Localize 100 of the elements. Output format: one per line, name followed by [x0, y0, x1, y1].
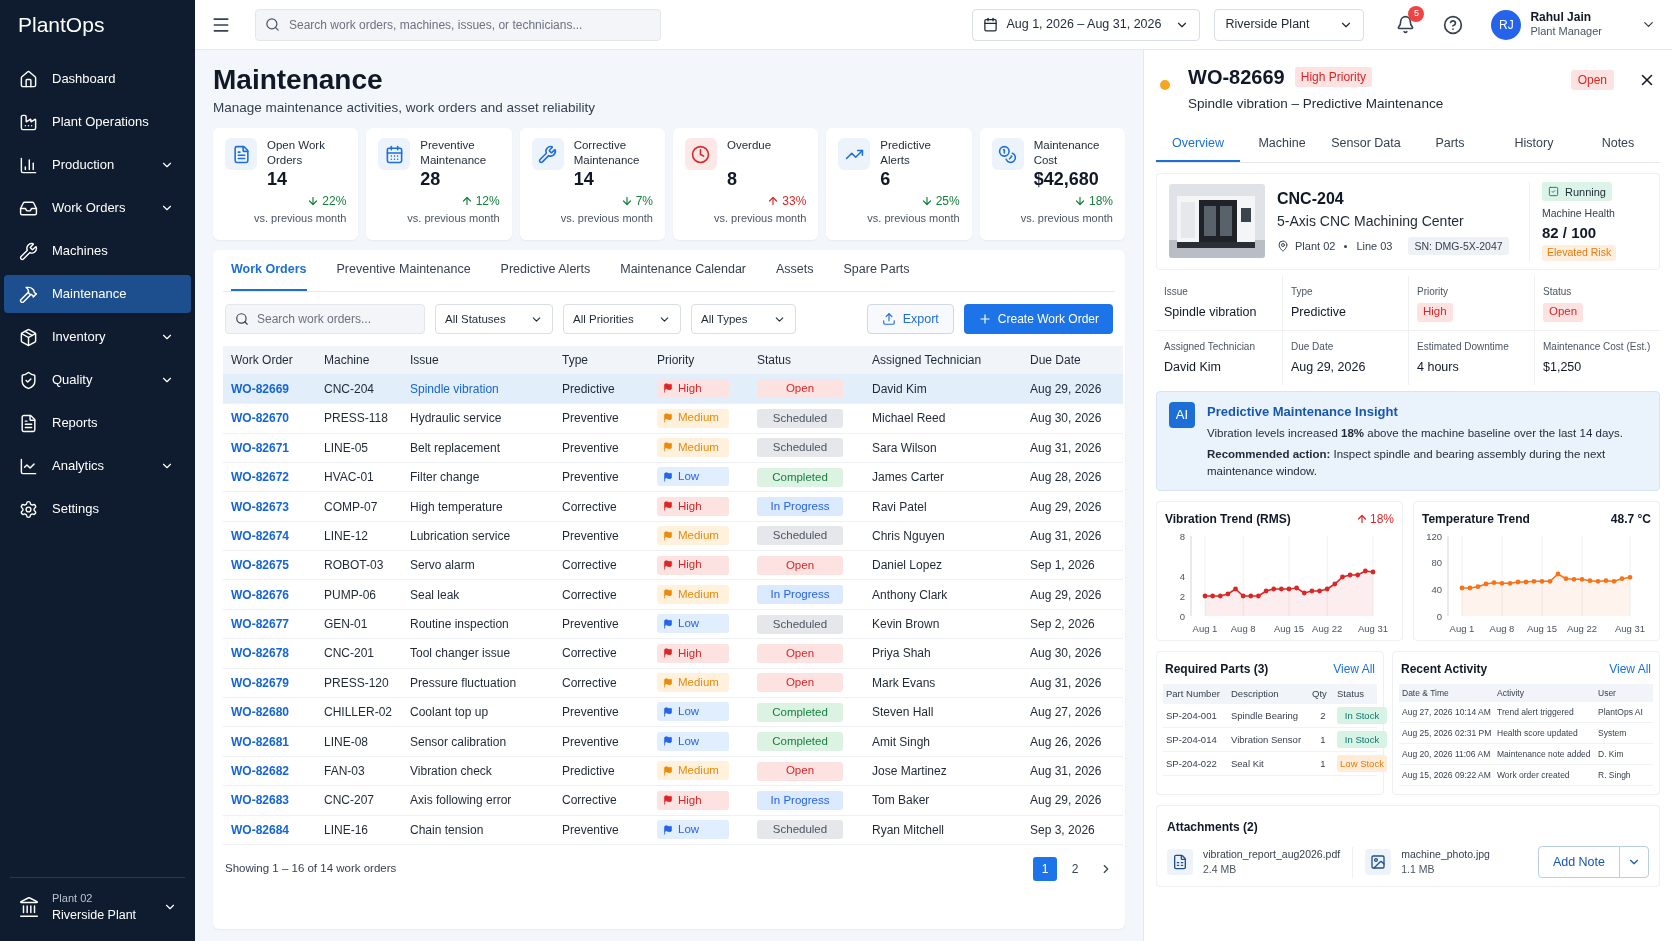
tab[interactable]: Overview — [1156, 126, 1240, 163]
plant-dropdown[interactable]: Riverside Plant — [1214, 8, 1365, 41]
table-row[interactable]: WO-82675 ROBOT-03 Servo alarm Corrective High Open Daniel Lopez Sep 1, 2026 — [223, 550, 1123, 580]
data-point — [1317, 588, 1322, 594]
table-row[interactable]: WO-82678 CNC-201 Tool changer issue Corrective High Open Priya Shah Aug 30, 2026 — [223, 638, 1123, 669]
tab[interactable]: Preventive Maintenance — [336, 250, 471, 292]
tab[interactable]: Parts — [1408, 126, 1492, 163]
work-order-link[interactable]: WO-82669 — [231, 381, 290, 396]
data-point — [1483, 581, 1489, 587]
field-label: Maintenance Cost (Est.) — [1543, 339, 1652, 354]
sidebar-item[interactable]: Quality — [4, 361, 191, 399]
sidebar-item[interactable]: Settings — [4, 490, 191, 528]
data-point — [1547, 579, 1553, 584]
table-cell: LINE-12 — [324, 528, 369, 543]
flag-icon — [663, 736, 673, 747]
work-order-link[interactable]: WO-82670 — [231, 411, 290, 426]
status-badge: Completed — [757, 732, 843, 752]
date-range-picker[interactable]: Aug 1, 2026 – Aug 31, 2026 — [972, 8, 1201, 41]
table-row[interactable]: WO-82669 CNC-204 Spindle vibration Predictive High Open David Kim Aug 29, 2026 — [223, 374, 1123, 404]
create-work-order-button[interactable]: Create Work Order — [963, 304, 1113, 335]
work-order-link[interactable]: WO-82681 — [231, 734, 290, 749]
table-cell: LINE-16 — [324, 822, 369, 837]
table-cell: Aug 26, 2026 — [1030, 734, 1102, 749]
kpi-label: Maintenance Cost — [1033, 138, 1101, 169]
file-name[interactable]: vibration_report_aug2026.pdf — [1203, 846, 1341, 863]
work-order-link[interactable]: WO-82683 — [231, 793, 290, 808]
notification-bell-icon[interactable] — [1396, 15, 1416, 34]
sidebar-item[interactable]: Analytics — [4, 447, 191, 485]
table-cell: Corrective — [562, 793, 617, 808]
tab[interactable]: Assets — [776, 250, 814, 292]
table-cell-text: 1 — [1319, 732, 1327, 747]
table-row[interactable]: WO-82681 LINE-08 Sensor calibration Preventive Low Completed Amit Singh Aug 26, 2026 — [223, 726, 1123, 757]
kpi-change: 25% — [935, 193, 960, 211]
page-button[interactable]: 1 — [1033, 857, 1057, 881]
tab[interactable]: Maintenance Calendar — [620, 250, 746, 292]
sidebar-item[interactable]: Dashboard — [4, 60, 191, 98]
search-field[interactable]: Search work orders... — [225, 304, 425, 335]
sidebar-item[interactable]: Reports — [4, 404, 191, 442]
sidebar-item[interactable]: Plant Operations — [4, 103, 191, 141]
work-order-link[interactable]: WO-82672 — [231, 470, 290, 485]
work-order-link[interactable]: WO-82678 — [231, 646, 290, 661]
work-order-link[interactable]: WO-82682 — [231, 764, 290, 778]
tab[interactable]: Spare Parts — [843, 250, 910, 292]
filter-dropdown[interactable]: All Priorities — [563, 304, 681, 335]
table-cell: Aug 29, 2026 — [1030, 587, 1102, 602]
sidebar-item[interactable]: Inventory — [4, 318, 191, 356]
table-row[interactable]: WO-82673 COMP-07 High temperature Corrective High In Progress Ravi Patel Aug 29, 2026 — [223, 491, 1123, 522]
card-title: Recent Activity — [1401, 661, 1488, 679]
table-cell-text: SP-204-001 — [1166, 708, 1218, 723]
work-order-link[interactable]: WO-82680 — [231, 705, 290, 720]
upload-icon — [881, 312, 896, 327]
priority-text: High — [678, 792, 702, 808]
tab[interactable]: Predictive Alerts — [500, 250, 591, 292]
page-button[interactable]: 2 — [1063, 857, 1087, 881]
sidebar-item[interactable]: Maintenance — [4, 275, 191, 313]
tab[interactable]: Work Orders — [231, 250, 307, 292]
axis-tick-label: Aug 1 — [1449, 623, 1475, 635]
table-row[interactable]: WO-82674 LINE-12 Lubrication service Preventive Medium Scheduled Chris Nguyen Aug 31, 2026 — [223, 521, 1123, 551]
export-button[interactable]: Export — [866, 304, 954, 335]
work-order-link[interactable]: WO-82675 — [231, 558, 290, 573]
table-cell: Chris Nguyen — [872, 528, 945, 543]
filter-dropdown[interactable]: All Types — [691, 304, 796, 335]
axis-tick-label: Aug 31 — [1357, 623, 1389, 635]
search-field[interactable]: Search work orders, machines, issues, or technicians... — [255, 8, 661, 41]
sidebar-item[interactable]: Work Orders — [4, 189, 191, 227]
status-badge: Completed — [757, 467, 843, 487]
tab[interactable]: History — [1492, 126, 1576, 163]
filter-dropdown[interactable]: All Statuses — [435, 304, 553, 335]
table-row[interactable]: WO-82683 CNC-207 Axis following error Corrective High In Progress Tom Baker Aug 29, 2026 — [223, 785, 1123, 816]
table-cell: Pressure fluctuation — [410, 675, 517, 690]
view-all-link[interactable]: View All — [1333, 660, 1375, 679]
tab[interactable]: Notes — [1576, 126, 1660, 163]
table-cell: CNC-201 — [324, 646, 374, 661]
work-order-link[interactable]: WO-82676 — [231, 587, 290, 602]
file-name[interactable]: machine_photo.jpg — [1401, 846, 1490, 863]
work-order-link[interactable]: WO-82673 — [231, 499, 290, 514]
column-header: Type — [562, 353, 588, 368]
table-row[interactable]: WO-82679 PRESS-120 Pressure fluctuation Corrective Medium Open Mark Evans Aug 31, 2026 — [223, 668, 1123, 698]
work-order-link[interactable]: WO-82679 — [231, 675, 290, 690]
kpi-label: Predictive Alerts — [880, 138, 932, 169]
tab[interactable]: Machine — [1240, 126, 1324, 163]
view-all-link[interactable]: View All — [1609, 660, 1651, 679]
table-cell: Aug 31, 2026 — [1030, 528, 1102, 543]
table-row[interactable]: WO-82677 GEN-01 Routine inspection Preventive Low Scheduled Kevin Brown Sep 2, 2026 — [223, 609, 1123, 639]
help-icon[interactable] — [1443, 14, 1464, 35]
table-row[interactable]: WO-82676 PUMP-06 Seal leak Corrective Medium In Progress Anthony Clark Aug 29, 2026 — [223, 580, 1123, 610]
table-row[interactable]: WO-82680 CHILLER-02 Coolant top up Preventive Low Completed Steven Hall Aug 27, 2026 — [223, 697, 1123, 727]
work-order-link[interactable]: WO-82674 — [231, 528, 290, 543]
table-cell-text: Aug 25, 2026 02:31 PM — [1402, 726, 1493, 740]
work-order-link[interactable]: WO-82677 — [231, 617, 290, 632]
work-order-link[interactable]: WO-82684 — [231, 822, 290, 837]
sidebar-item[interactable]: Production — [4, 146, 191, 184]
table-row[interactable]: WO-82682 FAN-03 Vibration check Predictive Medium Open Jose Martinez Aug 31, 2026 — [223, 756, 1123, 786]
sidebar-item[interactable]: Machines — [4, 232, 191, 270]
work-order-link[interactable]: WO-82671 — [231, 440, 290, 455]
table-row[interactable]: WO-82671 LINE-05 Belt replacement Preventive Medium Scheduled Sara Wilson Aug 31, 2026 — [223, 433, 1123, 463]
table-row[interactable]: WO-82684 LINE-16 Chain tension Preventive Low Scheduled Ryan Mitchell Sep 3, 2026 — [223, 815, 1123, 845]
table-row[interactable]: WO-82672 HVAC-01 Filter change Preventive Low Completed James Carter Aug 28, 2026 — [223, 462, 1123, 492]
tab[interactable]: Sensor Data — [1324, 126, 1408, 163]
table-row[interactable]: WO-82670 PRESS-118 Hydraulic service Preventive Medium Scheduled Michael Reed Aug 30, 2026 — [223, 403, 1123, 434]
